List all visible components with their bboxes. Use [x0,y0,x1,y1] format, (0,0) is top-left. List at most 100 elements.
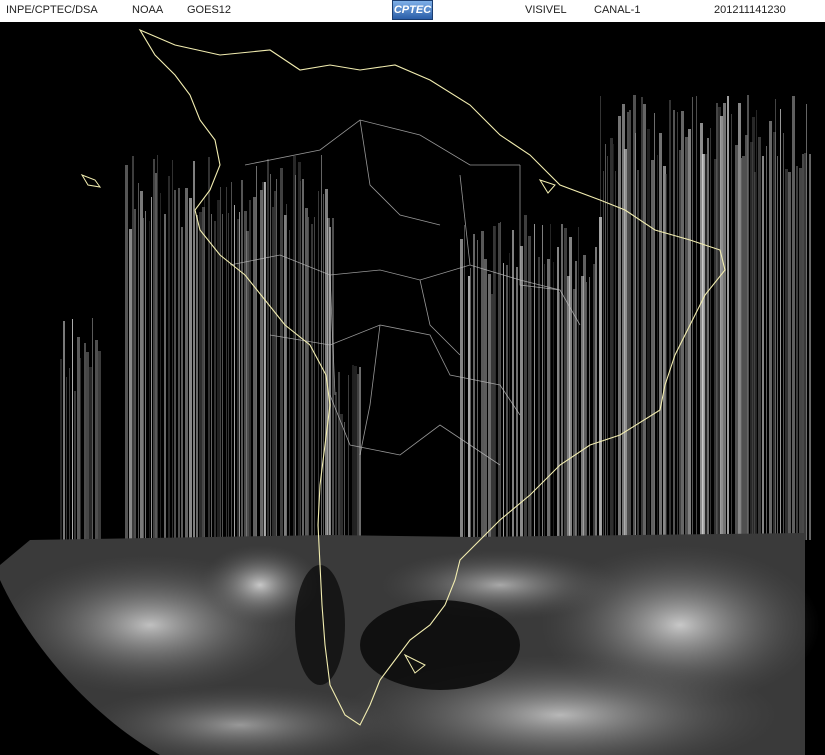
scan-streak [503,263,504,540]
scan-streak [788,172,791,540]
scan-streak [145,211,146,540]
scan-streak [716,103,718,540]
scan-streak [222,214,223,540]
scan-streak [66,377,67,540]
scan-streak [785,169,788,540]
cloud-band [0,533,820,755]
scan-streak [98,351,101,540]
scan-streak [60,359,62,540]
scan-streak [754,172,756,540]
scan-streak [92,318,93,540]
scan-streak [766,146,767,540]
scan-streak [777,156,778,540]
scan-streak [600,96,601,540]
scan-streak [520,246,523,540]
scan-streak [226,187,227,540]
scan-streak [193,161,195,540]
scan-streak [685,137,688,540]
scan-streak [323,194,324,540]
scan-streak [289,230,290,540]
scan-streak [799,168,802,540]
scan-streak [138,183,139,540]
scan-streak [561,224,563,540]
scan-streak [314,217,315,540]
scan-streak [615,171,616,540]
scan-streak [276,179,277,540]
scan-streak [172,160,173,540]
scan-streak [214,221,216,540]
scan-streak [530,288,532,540]
scan-streak [464,225,465,540]
scan-streak [338,372,340,540]
scan-streak [544,264,545,540]
scan-streak [704,154,707,540]
scan-streak [806,104,807,540]
scan-streak [493,226,495,540]
scan-streak [267,159,269,540]
organization-label: INPE/CPTEC/DSA [6,4,98,16]
scan-streak [564,228,567,540]
scan-streak [696,96,697,540]
scan-streak [208,157,210,540]
scan-streak [809,154,811,540]
satellite-label: GOES12 [187,4,232,16]
scan-streak [140,191,143,540]
scan-streak [249,200,251,540]
scan-streak [234,205,235,540]
scan-streak [204,197,205,540]
scan-streak [669,100,671,540]
scan-streak [354,366,357,540]
scan-streak [302,179,304,540]
scan-streak [86,352,89,540]
scan-streak [481,231,484,540]
scan-streak [151,197,152,540]
scan-streak [506,265,508,540]
scan-streak [629,110,631,540]
scan-streak [673,110,675,540]
scan-streak [607,156,608,540]
image-header: INPE/CPTEC/DSA NOAA GOES12 CPTEC VISIVEL… [0,0,825,22]
scan-streak [274,191,276,540]
scan-streak [758,137,761,540]
scan-streak [256,166,257,540]
scan-streak [63,321,65,540]
scan-streak [775,99,776,540]
satellite-image [0,25,825,755]
scan-streak [241,180,243,540]
scan-streak [181,227,183,540]
scan-streak [253,197,256,540]
scan-streak [318,191,319,540]
scan-streak [89,367,92,540]
scan-streak [153,159,155,540]
scan-streak [484,259,487,540]
scan-streak [553,262,554,540]
scan-streak [270,174,271,540]
scan-streak [84,343,86,540]
scan-streak [125,165,128,540]
scan-streak [132,156,134,540]
scan-streak [477,240,478,540]
scan-streak [178,188,180,540]
scan-streak [547,259,550,540]
scan-streak [321,155,322,540]
scan-streak [647,129,650,540]
scan-streak [559,292,560,540]
scan-streak [468,276,470,540]
scan-streak [586,282,587,540]
scan-streak [168,176,170,540]
scan-streak [569,237,572,540]
scan-streak [578,227,579,540]
scan-streak [538,257,540,540]
scan-streak [637,170,639,540]
scan-streak [509,253,510,540]
scan-streak [627,112,629,540]
band-label: VISIVEL [525,4,567,16]
scan-streak [575,261,577,540]
scan-streak [769,121,772,540]
scan-streak [498,223,500,540]
cptec-logo: CPTEC [392,0,433,20]
scan-streak [542,225,543,540]
scan-streak [783,133,784,540]
scan-streak [613,144,614,540]
scan-streak [157,155,158,540]
